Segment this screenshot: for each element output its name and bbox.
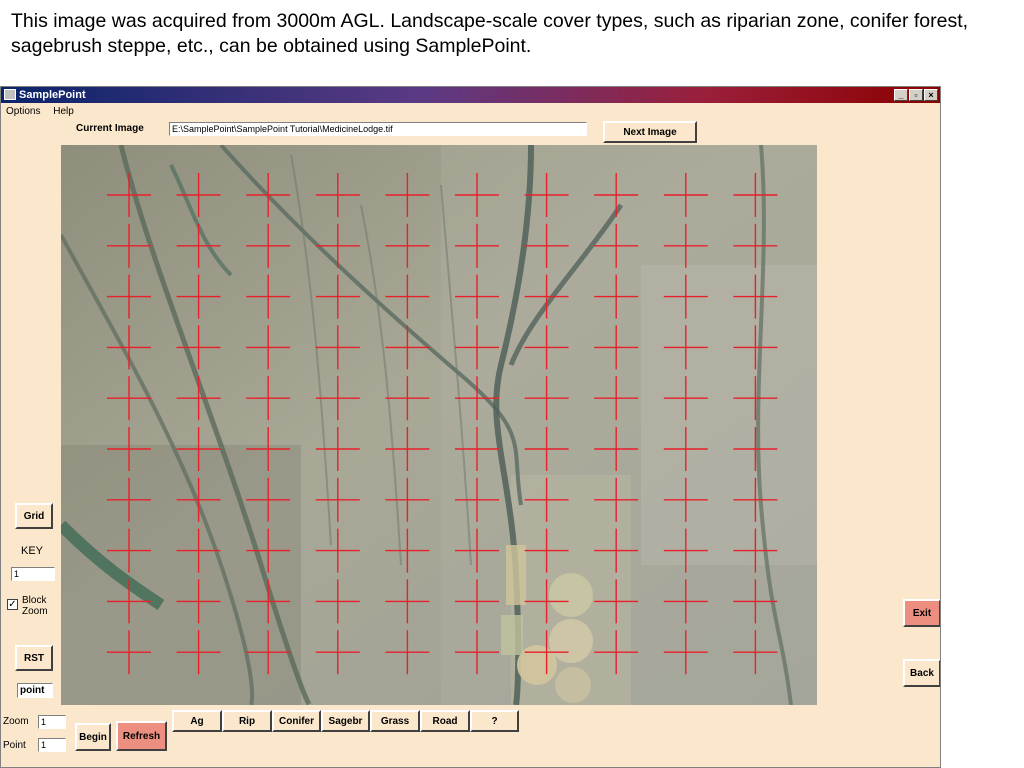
title-bar: SamplePoint _ ▫ ×	[1, 87, 940, 103]
restore-button[interactable]: ▫	[909, 89, 923, 101]
category-ag-button[interactable]: Ag	[172, 710, 222, 732]
category-road-button[interactable]: Road	[420, 710, 470, 732]
point-input[interactable]: 1	[38, 738, 66, 752]
grid-button[interactable]: Grid	[15, 503, 53, 529]
category-unknown-button[interactable]: ?	[470, 710, 519, 732]
category-sagebr-button[interactable]: Sagebr	[321, 710, 370, 732]
back-button[interactable]: Back	[903, 659, 940, 687]
aerial-image[interactable]	[61, 145, 817, 705]
zoom-input[interactable]: 1	[38, 715, 66, 729]
slide: This image was acquired from 3000m AGL. …	[0, 0, 1024, 768]
key-label: KEY	[21, 545, 44, 557]
menu-help[interactable]: Help	[48, 104, 79, 120]
point-label: Point	[3, 740, 26, 751]
zoom-label: Zoom	[3, 716, 29, 727]
category-conifer-button[interactable]: Conifer	[272, 710, 321, 732]
category-grass-button[interactable]: Grass	[370, 710, 420, 732]
menu-bar: Options Help	[1, 104, 940, 120]
block-zoom-checkbox[interactable]: ✓	[7, 599, 18, 610]
app-icon	[4, 89, 16, 100]
exit-button[interactable]: Exit	[903, 599, 940, 627]
aerial-image-canvas	[61, 145, 817, 705]
block-zoom-label: Block Zoom	[22, 595, 48, 617]
begin-button[interactable]: Begin	[75, 723, 111, 751]
app-window: SamplePoint _ ▫ × Options Help Current I…	[0, 86, 941, 768]
menu-options[interactable]: Options	[1, 104, 45, 120]
category-rip-button[interactable]: Rip	[222, 710, 272, 732]
current-image-path-field[interactable]: E:\SamplePoint\SamplePoint Tutorial\Medi…	[169, 122, 587, 136]
next-image-button[interactable]: Next Image	[603, 121, 697, 143]
slide-caption: This image was acquired from 3000m AGL. …	[11, 10, 969, 57]
window-title: SamplePoint	[19, 89, 86, 101]
key-input[interactable]: 1	[11, 567, 55, 581]
current-image-label: Current Image	[76, 123, 144, 134]
rst-button[interactable]: RST	[15, 645, 53, 671]
mode-field[interactable]: point	[17, 683, 53, 698]
minimize-button[interactable]: _	[894, 89, 908, 101]
refresh-button[interactable]: Refresh	[116, 721, 167, 751]
close-button[interactable]: ×	[924, 89, 938, 101]
